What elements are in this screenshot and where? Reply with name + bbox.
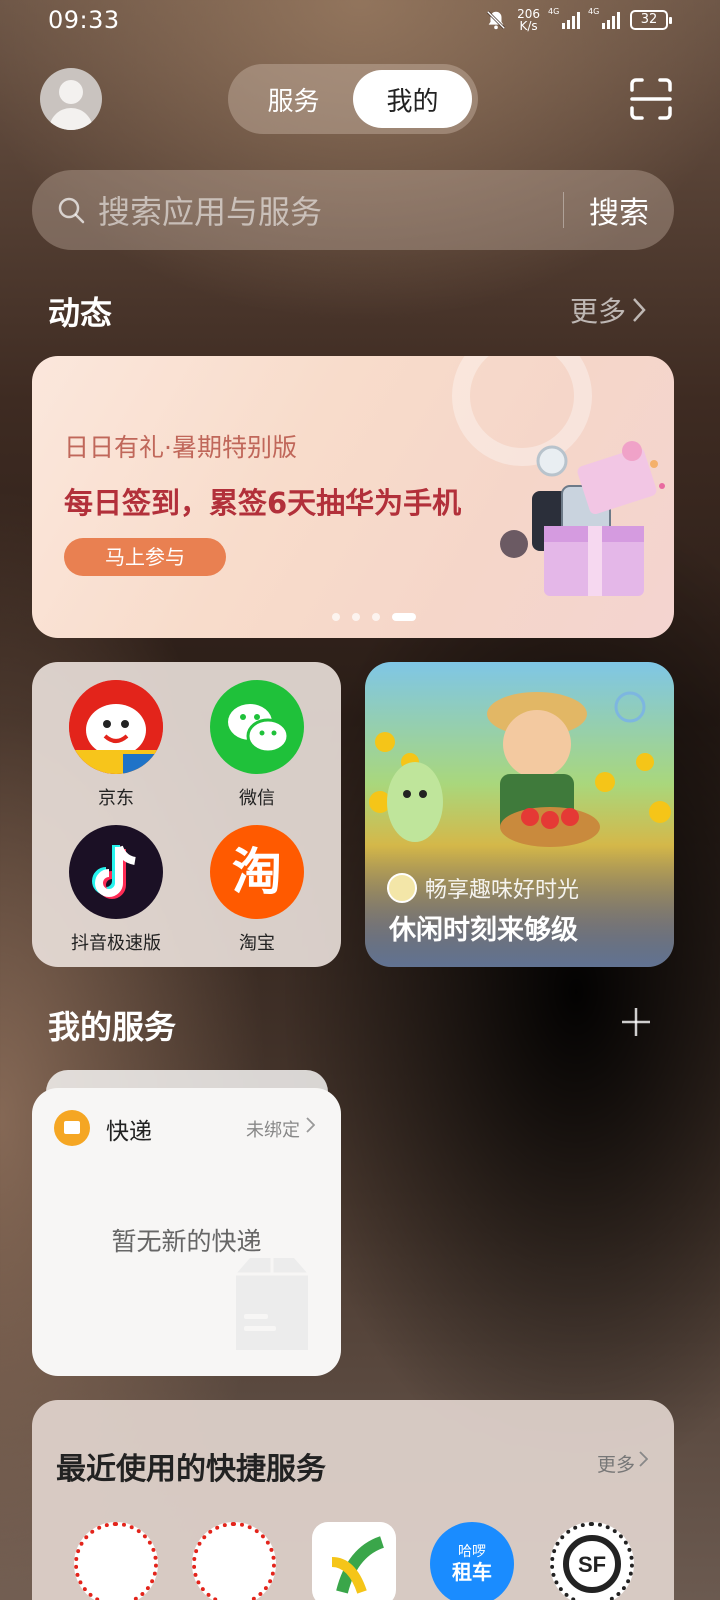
parcel-bind-status[interactable]: 未绑定 (246, 1116, 315, 1142)
douyin-lite-icon (69, 825, 163, 919)
tab-services[interactable]: 服务 (234, 70, 353, 128)
search-icon (58, 197, 85, 224)
app-wechat[interactable]: 微信 (187, 680, 327, 810)
tab-switcher: 服务 我的 (228, 64, 478, 134)
page-dot (352, 613, 360, 621)
feed-title: 动态 (48, 294, 113, 332)
game-tagline: 畅享趣味好时光 (387, 872, 579, 904)
join-now-button[interactable]: 马上参与 (64, 538, 226, 576)
app-taobao[interactable]: 淘 淘宝 (187, 825, 327, 955)
chevron-right-icon (306, 1117, 315, 1133)
mute-bell-icon (486, 10, 506, 30)
status-time: 09:33 (48, 6, 120, 34)
sf-express-icon[interactable]: SF (550, 1522, 634, 1600)
game-promo-card[interactable]: 畅享趣味好时光 休闲时刻来够级 (365, 662, 674, 967)
add-service-icon[interactable] (620, 1006, 652, 1038)
my-services-title: 我的服务 (48, 1008, 177, 1046)
search-input[interactable]: 搜索应用与服务 (98, 187, 563, 233)
jd-service-icon[interactable] (74, 1522, 158, 1600)
recent-more-link[interactable]: 更多 (597, 1450, 648, 1477)
jd-service-icon-2[interactable] (192, 1522, 276, 1600)
parcel-empty-text: 暂无新的快递 (111, 1227, 262, 1256)
parcel-icon (54, 1110, 90, 1146)
signal-icon: 4G (548, 7, 580, 29)
app-name: 京东 (98, 788, 134, 809)
wechat-icon (210, 680, 304, 774)
page-dot (372, 613, 380, 621)
avatar[interactable] (40, 68, 102, 130)
recent-services-title: 最近使用的快捷服务 (56, 1452, 326, 1487)
search-button[interactable]: 搜索 (564, 188, 674, 232)
signal-icon-2: 4G (588, 7, 620, 29)
gift-box-illustration (500, 441, 665, 596)
status-icons: 206 K/s 4G 4G 32 (485, 7, 672, 33)
scan-icon[interactable] (630, 78, 672, 120)
green-service-icon[interactable] (312, 1522, 396, 1600)
game-icon (387, 873, 417, 903)
recent-services-card: 最近使用的快捷服务 更多 哈啰 租车 SF (32, 1400, 674, 1600)
banner-subtitle: 日日有礼·暑期特别版 (64, 433, 297, 462)
avatar-body-shape (49, 108, 93, 130)
app-jd[interactable]: 京东 (46, 680, 186, 810)
parcel-card[interactable]: 快递 未绑定 暂无新的快递 (32, 1088, 341, 1376)
app-shortcuts-card: 京东 微信 抖音极速版 淘 淘宝 (32, 662, 341, 967)
avatar-head-shape (59, 80, 83, 104)
jd-icon (69, 680, 163, 774)
feed-more-link[interactable]: 更多 (570, 290, 646, 330)
game-title: 休闲时刻来够级 (389, 915, 578, 946)
app-name: 淘宝 (239, 933, 275, 954)
search-bar[interactable]: 搜索应用与服务 搜索 (32, 170, 674, 250)
chevron-right-icon (633, 298, 646, 322)
battery-icon: 32 (630, 10, 672, 30)
game-card-shade (365, 847, 674, 967)
chevron-right-icon (639, 1451, 648, 1467)
empty-box-icon (236, 1258, 308, 1350)
app-name: 抖音极速版 (71, 933, 161, 954)
page-dot (332, 613, 340, 621)
hello-rental-icon[interactable]: 哈啰 租车 (430, 1522, 514, 1600)
parcel-label: 快递 (106, 1119, 152, 1145)
svg-text:SF: SF (578, 1552, 606, 1577)
promo-banner[interactable]: 日日有礼·暑期特别版 每日签到，累签6天抽华为手机 马上参与 (32, 356, 674, 638)
app-name: 微信 (239, 788, 275, 809)
app-douyin-lite[interactable]: 抖音极速版 (46, 825, 186, 955)
tab-mine[interactable]: 我的 (353, 70, 472, 128)
page-dot-active (392, 613, 416, 621)
taobao-icon: 淘 (210, 825, 304, 919)
banner-headline: 每日签到，累签6天抽华为手机 (64, 486, 462, 520)
network-speed: 206 K/s (517, 7, 540, 33)
banner-pagination (332, 613, 416, 621)
